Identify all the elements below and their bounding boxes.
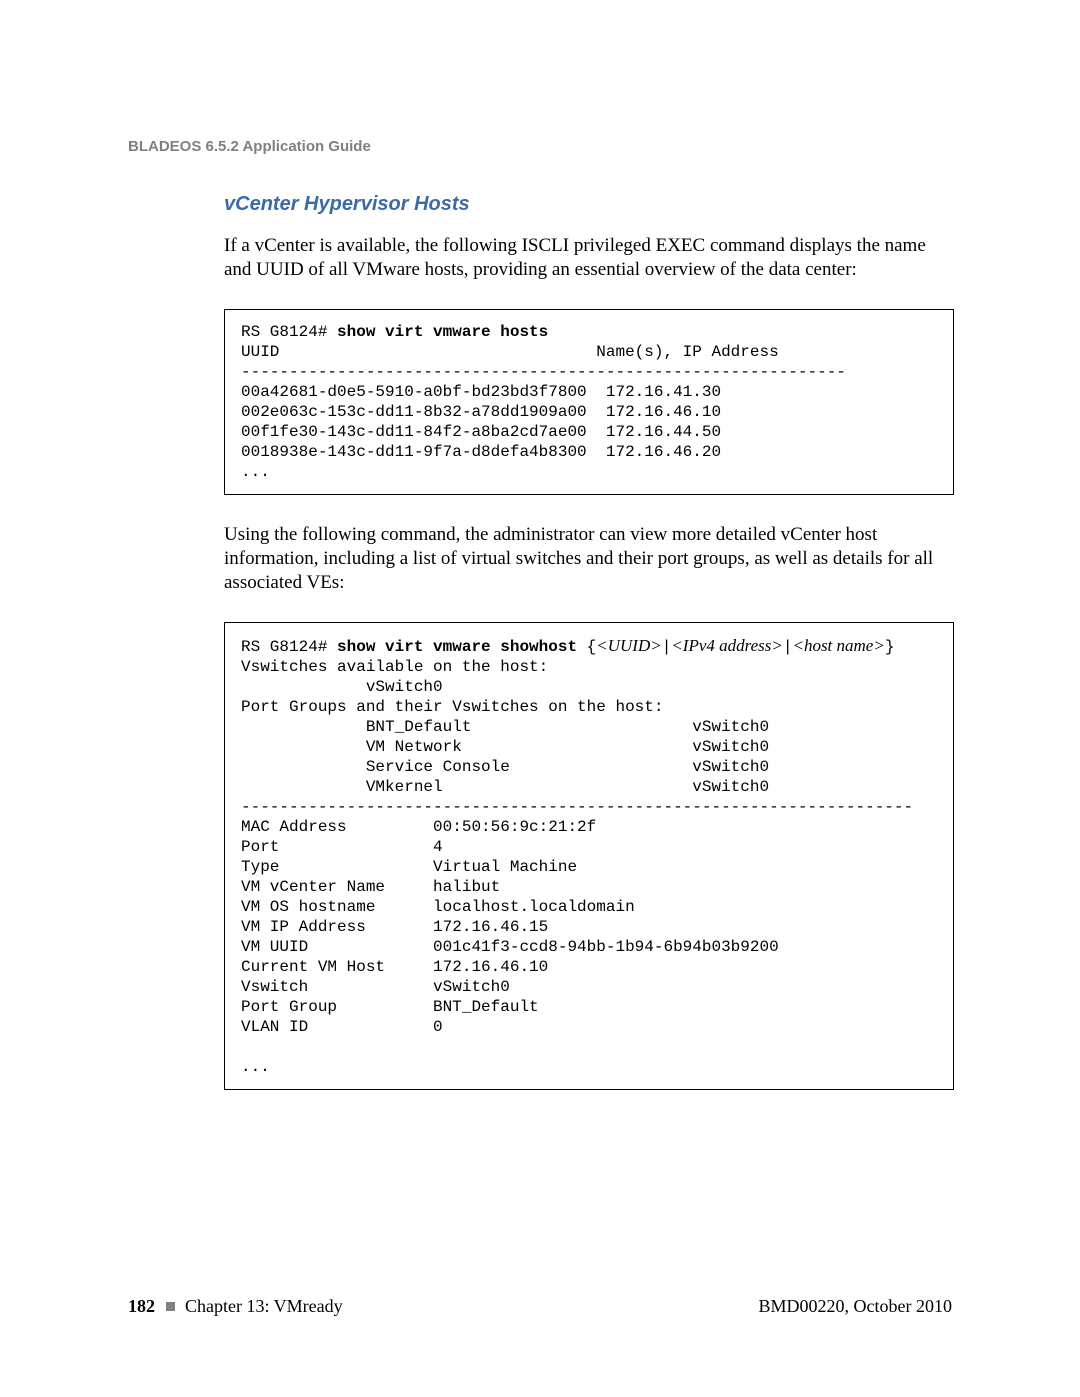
cli-args-close: }: [885, 638, 895, 656]
paragraph-intro-hosts: If a vCenter is available, the following…: [224, 234, 954, 283]
cli-output-header: UUID Name(s), IP Address: [241, 343, 779, 361]
cli-output-line: VLAN ID 0: [241, 1018, 443, 1036]
cli-output-line: Type Virtual Machine: [241, 858, 577, 876]
cli-prompt: RS G8124#: [241, 638, 337, 656]
cli-arg-ipv4: <IPv4 address>: [671, 636, 783, 655]
cli-output-divider: ----------------------------------------…: [241, 363, 846, 381]
section-title: vCenter Hypervisor Hosts: [224, 193, 954, 216]
cli-output-row: 00a42681-d0e5-5910-a0bf-bd23bd3f7800 172…: [241, 383, 721, 401]
code-block-showhost: RS G8124# show virt vmware showhost {<UU…: [224, 622, 954, 1090]
cli-arg-hostname: <host name>: [792, 636, 884, 655]
cli-output-line: Vswitch vSwitch0: [241, 978, 510, 996]
cli-output-ellipsis: ...: [241, 463, 270, 481]
square-icon: [166, 1302, 175, 1311]
cli-output-row: 00f1fe30-143c-dd11-84f2-a8ba2cd7ae00 172…: [241, 423, 721, 441]
cli-output-line: MAC Address 00:50:56:9c:21:2f: [241, 818, 596, 836]
cli-arg-uuid: <UUID>: [596, 636, 661, 655]
page-footer: 182 Chapter 13: VMready BMD00220, Octobe…: [128, 1296, 952, 1317]
running-head: BLADEOS 6.5.2 Application Guide: [128, 138, 952, 155]
page-content: vCenter Hypervisor Hosts If a vCenter is…: [224, 193, 954, 1090]
cli-output-row: 002e063c-153c-dd11-8b32-a78dd1909a00 172…: [241, 403, 721, 421]
cli-output-line: ...: [241, 1058, 270, 1076]
cli-command: show virt vmware showhost: [337, 638, 577, 656]
paragraph-intro-showhost: Using the following command, the adminis…: [224, 523, 954, 596]
cli-output-line: vSwitch0: [241, 678, 443, 696]
cli-output-line: Port 4: [241, 838, 443, 856]
cli-output-line: VM Network vSwitch0: [241, 738, 769, 756]
cli-args-open: {: [577, 638, 596, 656]
cli-output-line: VMkernel vSwitch0: [241, 778, 769, 796]
cli-output-line: VM OS hostname localhost.localdomain: [241, 898, 635, 916]
cli-output-line: Vswitches available on the host:: [241, 658, 548, 676]
cli-output-line: VM IP Address 172.16.46.15: [241, 918, 548, 936]
cli-output-line: Port Groups and their Vswitches on the h…: [241, 698, 663, 716]
cli-output-line: Port Group BNT_Default: [241, 998, 539, 1016]
page-number: 182: [128, 1296, 155, 1316]
cli-output-row: 0018938e-143c-dd11-9f7a-d8defa4b8300 172…: [241, 443, 721, 461]
cli-output-line: VM UUID 001c41f3-ccd8-94bb-1b94-6b94b03b…: [241, 938, 779, 956]
cli-output-line: VM vCenter Name halibut: [241, 878, 500, 896]
cli-output-line: Service Console vSwitch0: [241, 758, 769, 776]
cli-output-line: Current VM Host 172.16.46.10: [241, 958, 548, 976]
cli-prompt: RS G8124#: [241, 323, 337, 341]
code-block-hosts: RS G8124# show virt vmware hosts UUID Na…: [224, 309, 954, 495]
cli-output-line: ----------------------------------------…: [241, 798, 913, 816]
cli-arg-sep: |: [662, 638, 672, 656]
footer-left: 182 Chapter 13: VMready: [128, 1296, 343, 1317]
page: BLADEOS 6.5.2 Application Guide vCenter …: [0, 0, 1080, 1397]
chapter-label: Chapter 13: VMready: [185, 1296, 343, 1316]
footer-right: BMD00220, October 2010: [759, 1296, 952, 1317]
cli-command: show virt vmware hosts: [337, 323, 548, 341]
cli-output-line: BNT_Default vSwitch0: [241, 718, 769, 736]
